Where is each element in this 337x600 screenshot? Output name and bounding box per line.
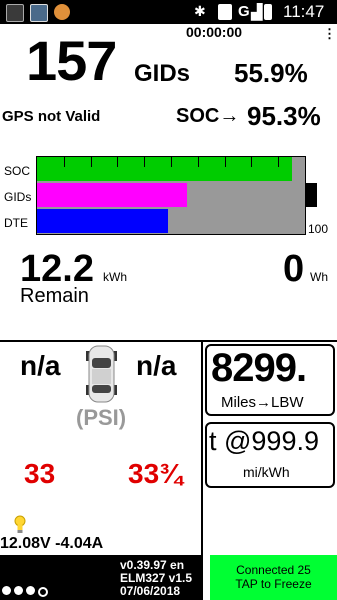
remain-unit: kWh	[103, 270, 127, 284]
bar-tick	[251, 157, 252, 167]
bluetooth-icon: ✱	[194, 3, 206, 19]
dte-bar	[37, 209, 168, 233]
car-icon	[86, 345, 117, 403]
signal-label: G	[238, 3, 250, 20]
gids-bar-label: GIDs	[4, 190, 32, 204]
battery-cap	[306, 183, 317, 207]
bar-tick	[225, 157, 226, 167]
clock: 11:47	[283, 2, 325, 21]
miles-to-lbw-box[interactable]: 8299. Miles→LBW	[205, 344, 335, 416]
bar-tick	[171, 157, 172, 167]
menu-icon[interactable]: ⋮	[323, 26, 336, 42]
signal-icon: ▟	[251, 4, 263, 21]
page-dot-1[interactable]	[2, 586, 11, 595]
connected-status[interactable]: Connected 25 TAP to Freeze	[210, 563, 337, 591]
tire-front-right: n/a	[136, 350, 177, 381]
battery-icon	[264, 4, 272, 20]
page-dot-4[interactable]	[38, 587, 48, 597]
bar-tick	[198, 157, 199, 167]
gids-label: GIDs	[134, 60, 191, 87]
photo-icon	[30, 4, 48, 22]
gids-percent: 55.9%	[234, 58, 308, 88]
psi-label: (PSI)	[76, 405, 127, 430]
bar-tick	[144, 157, 145, 167]
efficiency-box[interactable]: t @999.9 mi/kWh	[205, 422, 335, 488]
bar-max-label: 100	[308, 222, 329, 236]
notification-off-icon	[54, 4, 70, 20]
soc-label: SOC→	[176, 105, 240, 127]
network-icon	[218, 4, 232, 20]
page-dot-2[interactable]	[14, 586, 23, 595]
miles-value: 8299.	[211, 346, 307, 390]
remain-label: Remain	[20, 285, 89, 307]
bar-tick	[64, 157, 65, 167]
efficiency-value: t @999.9	[209, 426, 319, 456]
bar-tick	[278, 157, 279, 167]
status-bar: ✱ G ▟ 11:47	[0, 0, 337, 24]
tire-rear-left: 33	[24, 458, 56, 489]
camera-icon	[6, 4, 24, 22]
gids-bar	[37, 183, 187, 207]
bar-tick	[117, 157, 118, 167]
wh-value: 0	[283, 248, 305, 290]
version-line-3: 07/06/2018	[120, 584, 181, 598]
efficiency-label: mi/kWh	[243, 464, 290, 480]
miles-label: Miles→LBW	[221, 394, 304, 411]
gps-status: GPS not Valid	[2, 108, 101, 125]
connected-line-1: Connected 25	[236, 563, 311, 577]
page-dot-3[interactable]	[26, 586, 35, 595]
trip-timer[interactable]: 00:00:00	[186, 24, 242, 40]
gids-value: 157	[26, 29, 117, 92]
connected-line-2: TAP to Freeze	[235, 577, 312, 591]
soc-bar	[37, 157, 292, 181]
voltage-current: 12.08V -4.04A	[0, 535, 104, 552]
soc-value: 95.3%	[247, 101, 321, 131]
tire-rear-right: 33¾	[128, 458, 183, 489]
lightbulb-icon	[14, 515, 26, 533]
column-divider	[201, 340, 203, 600]
battery-bars[interactable]: SOC GIDs DTE 100	[0, 155, 337, 240]
wh-unit: Wh	[310, 270, 328, 284]
section-divider	[0, 340, 337, 342]
bar-tick	[91, 157, 92, 167]
dte-bar-label: DTE	[4, 216, 28, 230]
soc-bar-label: SOC	[4, 164, 31, 178]
tire-front-left: n/a	[20, 350, 61, 381]
version-info: v0.39.97 en ELM327 v1.5 07/06/2018	[120, 559, 192, 598]
